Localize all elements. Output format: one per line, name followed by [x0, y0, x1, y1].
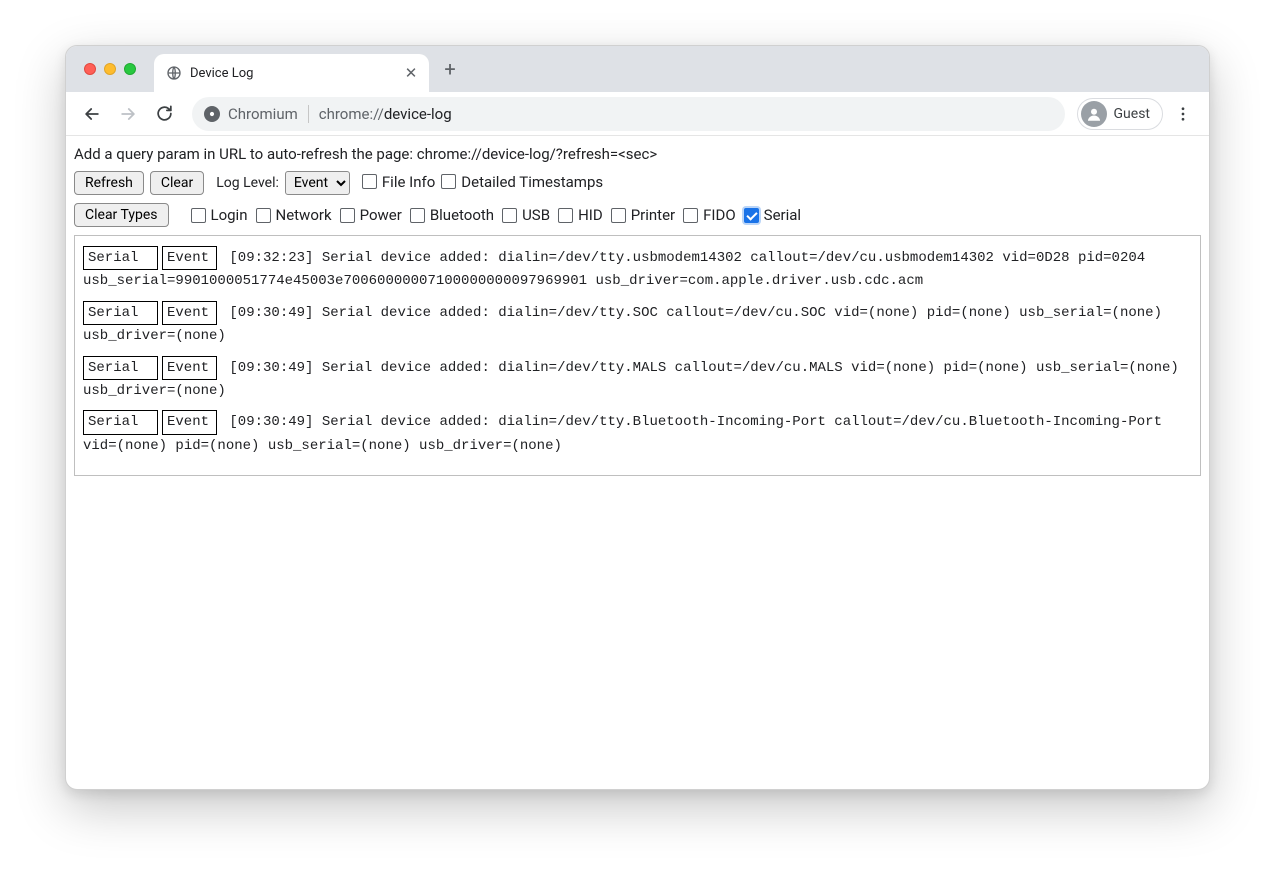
log-level-chip: Event	[162, 246, 217, 270]
type-filter-fido[interactable]: FIDO	[683, 206, 736, 224]
window-controls	[84, 63, 136, 75]
hid-checkbox[interactable]	[558, 208, 573, 223]
log-entry: SerialEvent [09:30:49] Serial device add…	[83, 410, 1192, 457]
address-bar[interactable]: Chromium chrome://device-log	[192, 97, 1065, 131]
reload-button[interactable]	[148, 98, 180, 130]
controls-row-2: Clear Types Login Network Power Bluetooth US…	[74, 203, 1201, 227]
tab-close-icon[interactable]: ✕	[403, 65, 419, 81]
globe-icon	[166, 65, 182, 81]
log-entry: SerialEvent [09:30:49] Serial device add…	[83, 356, 1192, 403]
power-checkbox[interactable]	[340, 208, 355, 223]
network-label: Network	[276, 206, 332, 224]
type-filter-network[interactable]: Network	[256, 206, 332, 224]
log-timestamp: [09:30:49]	[229, 305, 321, 321]
usb-label: USB	[522, 206, 550, 224]
type-filter-serial[interactable]: Serial	[744, 206, 801, 224]
page-content: Add a query param in URL to auto-refresh…	[66, 136, 1209, 789]
bluetooth-label: Bluetooth	[430, 206, 494, 224]
type-filter-usb[interactable]: USB	[502, 206, 550, 224]
chrome-origin-icon	[204, 106, 220, 122]
address-divider	[308, 105, 309, 123]
profile-label: Guest	[1114, 106, 1150, 122]
login-label: Login	[211, 206, 248, 224]
window-minimize-icon[interactable]	[104, 63, 116, 75]
auto-refresh-hint: Add a query param in URL to auto-refresh…	[74, 145, 1201, 163]
bluetooth-checkbox[interactable]	[410, 208, 425, 223]
url-scheme: chrome://	[319, 105, 384, 123]
browser-window: Device Log ✕ + Chromium chrome:/	[65, 45, 1210, 790]
log-type-chip: Serial	[83, 356, 158, 380]
detailed-checkbox[interactable]	[441, 174, 456, 189]
browser-toolbar: Chromium chrome://device-log Guest	[66, 92, 1209, 136]
detailed-label: Detailed Timestamps	[461, 173, 603, 191]
url-host: device-log	[384, 105, 452, 123]
type-filter-hid[interactable]: HID	[558, 206, 603, 224]
log-timestamp: [09:30:49]	[229, 360, 321, 376]
network-checkbox[interactable]	[256, 208, 271, 223]
avatar-icon	[1081, 101, 1107, 127]
tab-title: Device Log	[190, 66, 403, 81]
printer-checkbox[interactable]	[611, 208, 626, 223]
log-entry: SerialEvent [09:30:49] Serial device add…	[83, 301, 1192, 348]
forward-button[interactable]	[112, 98, 144, 130]
new-tab-button[interactable]: +	[435, 54, 465, 84]
log-type-chip: Serial	[83, 246, 158, 270]
usb-checkbox[interactable]	[502, 208, 517, 223]
log-level-label: Log Level:	[216, 175, 279, 191]
serial-label: Serial	[764, 206, 801, 224]
file_info-checkbox[interactable]	[362, 174, 377, 189]
back-button[interactable]	[76, 98, 108, 130]
type-filter-printer[interactable]: Printer	[611, 206, 675, 224]
fido-label: FIDO	[703, 206, 736, 224]
log-timestamp: [09:32:23]	[229, 250, 321, 266]
log-output: SerialEvent [09:32:23] Serial device add…	[74, 235, 1201, 476]
printer-label: Printer	[631, 206, 675, 224]
file_info-label: File Info	[382, 173, 435, 191]
checkbox-file_info[interactable]: File Info	[362, 173, 435, 191]
kebab-menu-button[interactable]	[1167, 98, 1199, 130]
fido-checkbox[interactable]	[683, 208, 698, 223]
clear-button[interactable]: Clear	[150, 171, 204, 195]
type-filter-bluetooth[interactable]: Bluetooth	[410, 206, 494, 224]
log-level-chip: Event	[162, 301, 217, 325]
tab-strip: Device Log ✕ +	[66, 46, 1209, 92]
power-label: Power	[360, 206, 402, 224]
browser-tab[interactable]: Device Log ✕	[154, 54, 429, 92]
log-timestamp: [09:30:49]	[229, 414, 321, 430]
log-type-chip: Serial	[83, 410, 158, 434]
window-close-icon[interactable]	[84, 63, 96, 75]
controls-row-1: Refresh Clear Log Level: Event File Info…	[74, 171, 1201, 195]
window-zoom-icon[interactable]	[124, 63, 136, 75]
serial-checkbox[interactable]	[744, 208, 759, 223]
log-type-chip: Serial	[83, 301, 158, 325]
type-filter-power[interactable]: Power	[340, 206, 402, 224]
type-filter-login[interactable]: Login	[191, 206, 248, 224]
log-level-select[interactable]: Event	[285, 171, 350, 195]
clear-types-button[interactable]: Clear Types	[74, 203, 169, 227]
origin-label: Chromium	[228, 105, 298, 123]
profile-button[interactable]: Guest	[1077, 98, 1163, 130]
refresh-button[interactable]: Refresh	[74, 171, 144, 195]
login-checkbox[interactable]	[191, 208, 206, 223]
hid-label: HID	[578, 206, 603, 224]
checkbox-detailed[interactable]: Detailed Timestamps	[441, 173, 603, 191]
log-entry: SerialEvent [09:32:23] Serial device add…	[83, 246, 1192, 293]
log-level-chip: Event	[162, 356, 217, 380]
log-level-chip: Event	[162, 410, 217, 434]
